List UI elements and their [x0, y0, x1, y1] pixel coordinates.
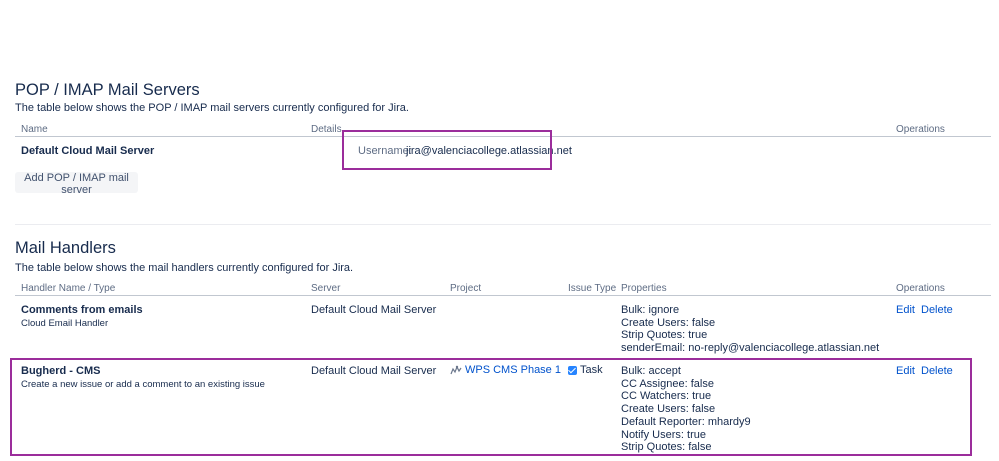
- mail-servers-col-details: Details: [311, 124, 342, 135]
- add-mail-server-button[interactable]: Add POP / IMAP mail server: [15, 172, 138, 196]
- mail-handlers-title: Mail Handlers: [15, 239, 116, 257]
- mail-servers-title: POP / IMAP Mail Servers: [15, 81, 200, 99]
- mail-handlers-description: The table below shows the mail handlers …: [15, 262, 354, 274]
- username-highlight-box: [342, 130, 552, 170]
- section-divider: [15, 224, 991, 225]
- handlers-col-properties: Properties: [621, 283, 667, 294]
- handlers-header-divider: [15, 295, 991, 296]
- handlers-col-server: Server: [311, 283, 341, 294]
- handler-server: Default Cloud Mail Server: [311, 304, 437, 316]
- handlers-col-name: Handler Name / Type: [21, 283, 116, 294]
- property-item: senderEmail: no-reply@valenciacollege.at…: [621, 342, 880, 355]
- mail-servers-description: The table below shows the POP / IMAP mai…: [15, 102, 409, 114]
- handler-row-highlight-box: [10, 358, 972, 456]
- handler-name: Comments from emails: [21, 304, 143, 316]
- handlers-col-issue-type: Issue Type: [568, 283, 617, 294]
- delete-link[interactable]: Delete: [921, 304, 953, 316]
- handler-type: Cloud Email Handler: [21, 318, 109, 329]
- mail-servers-col-name: Name: [21, 124, 48, 135]
- handlers-col-project: Project: [450, 283, 482, 294]
- mail-servers-col-operations: Operations: [896, 124, 945, 135]
- property-item: Create Users: false: [621, 316, 716, 329]
- mail-server-name: Default Cloud Mail Server: [21, 145, 155, 157]
- handlers-col-operations: Operations: [896, 283, 945, 294]
- property-item: Strip Quotes: true: [621, 329, 708, 342]
- handler-properties: Bulk: ignore Create Users: false Strip Q…: [621, 304, 879, 355]
- edit-link[interactable]: Edit: [896, 304, 915, 316]
- property-item: Bulk: ignore: [621, 304, 680, 316]
